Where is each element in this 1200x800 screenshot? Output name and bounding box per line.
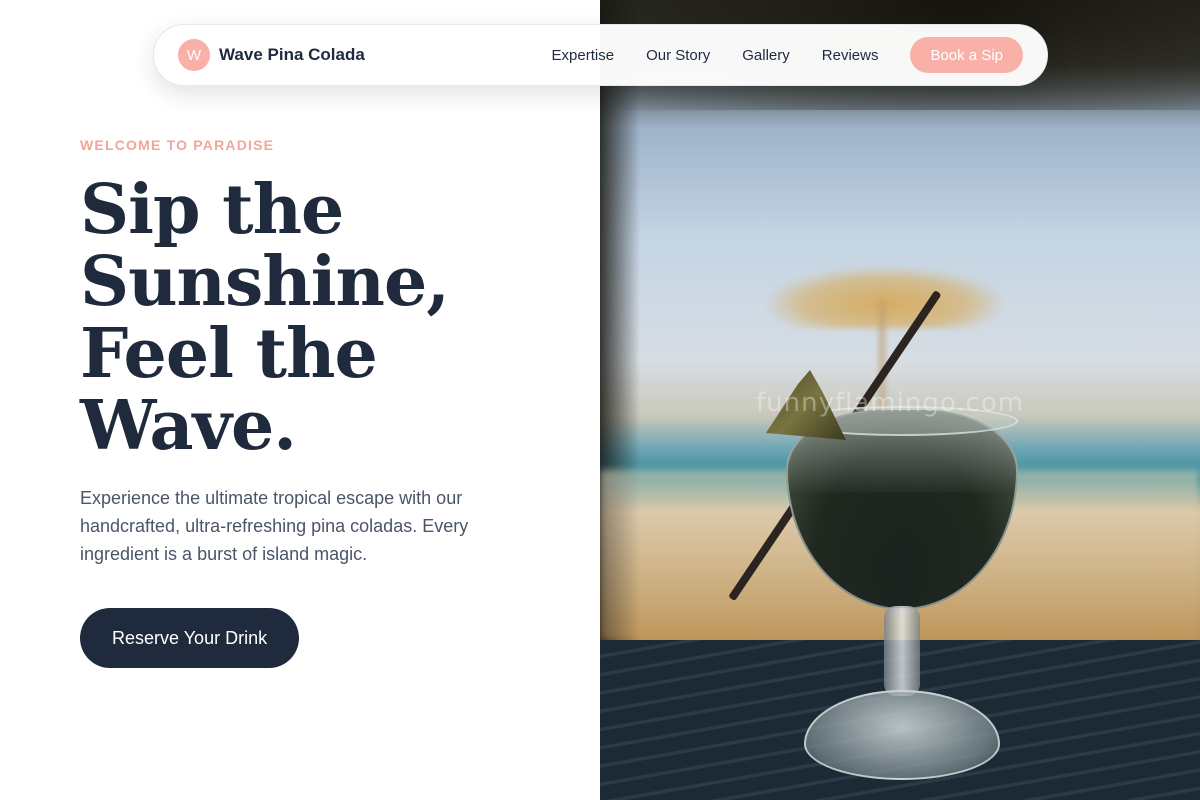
brand-badge-icon: W [178, 39, 210, 71]
hero-photo: funnyflamingo.com [600, 0, 1200, 800]
brand-name: Wave Pina Colada [219, 45, 365, 64]
headline-line-1: Sip the [80, 170, 344, 250]
reserve-drink-button[interactable]: Reserve Your Drink [80, 608, 300, 668]
photo-watermark: funnyflamingo.com [756, 388, 1025, 418]
hero-lead-text: Experience the ultimate tropical escape … [80, 488, 469, 564]
book-a-sip-button[interactable]: Book a Sip [910, 37, 1023, 73]
nav-link-expertise[interactable]: Expertise [552, 47, 615, 64]
nav-link-gallery[interactable]: Gallery [742, 47, 790, 64]
top-navbar: W Wave Pina Colada Expertise Our Story G… [153, 24, 1048, 86]
headline-line-3: Feel the [80, 314, 378, 394]
brand-logo[interactable]: W Wave Pina Colada [178, 39, 365, 71]
cocktail-glass-stem [884, 606, 920, 696]
nav-link-reviews[interactable]: Reviews [822, 47, 879, 64]
hero-eyebrow: WELCOME TO PARADISE [80, 137, 275, 153]
headline-line-2: Sunshine, [80, 242, 450, 322]
nav-links: Expertise Our Story Gallery Reviews Book… [552, 37, 1023, 73]
headline-line-4: Wave. [80, 386, 297, 466]
hero-headline: Sip the Sunshine, Feel the Wave. [80, 174, 560, 462]
nav-link-our-story[interactable]: Our Story [646, 47, 710, 64]
